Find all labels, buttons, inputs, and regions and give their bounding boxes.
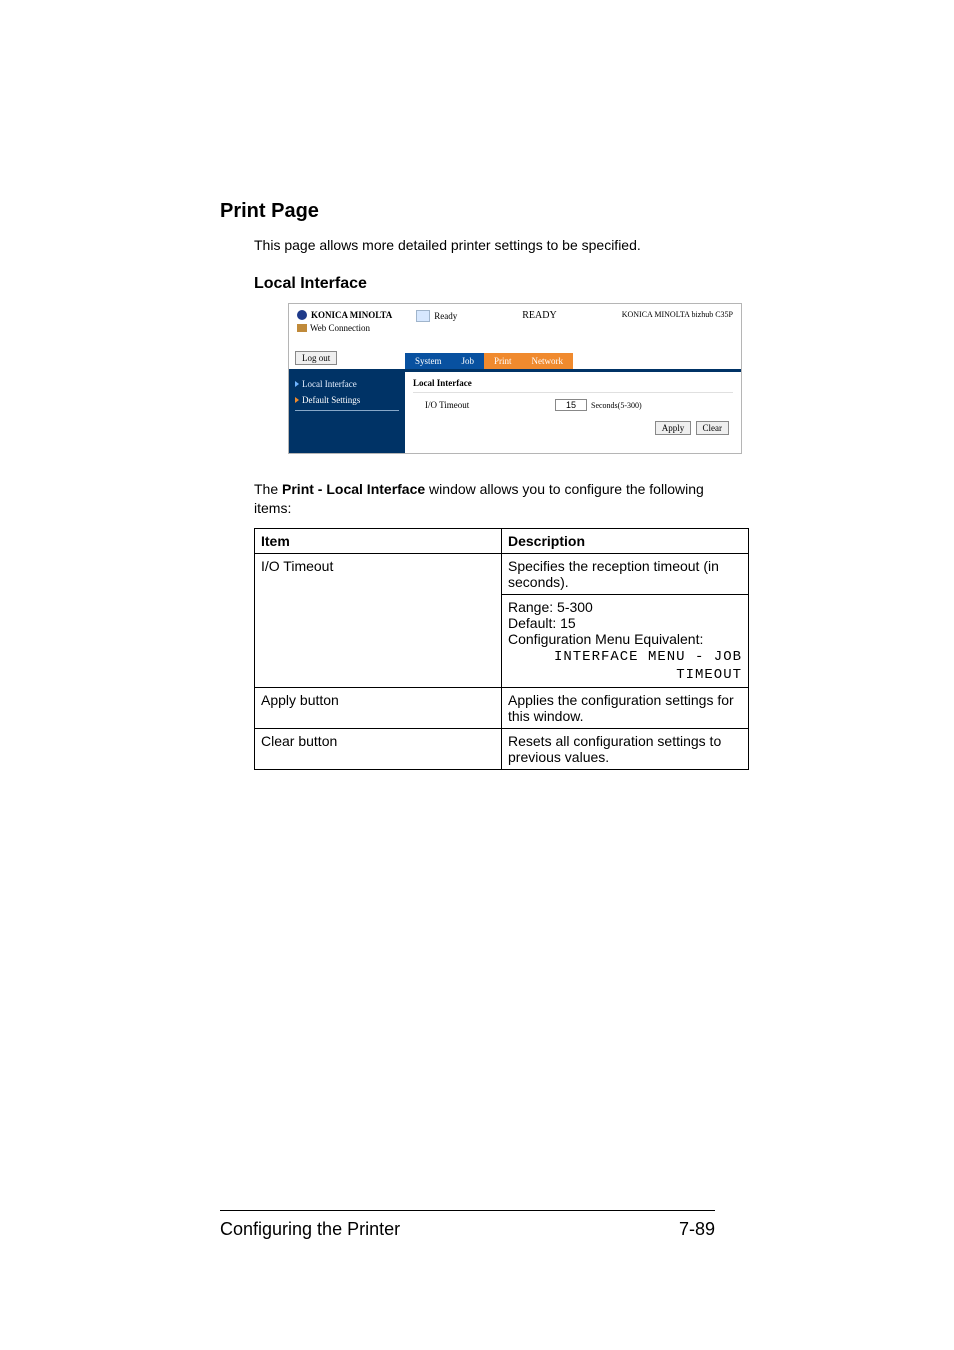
- cell-apply-item: Apply button: [255, 687, 502, 728]
- cell-apply-desc: Applies the configuration settings for t…: [502, 687, 749, 728]
- brand-sub: Web Connection: [310, 323, 370, 333]
- io-timeout-hint: Seconds(5-300): [591, 401, 642, 410]
- konica-globe-icon: [297, 310, 307, 320]
- page-footer: Configuring the Printer 7-89: [220, 1210, 715, 1240]
- header-item: Item: [255, 528, 502, 553]
- sidebar-default-settings-label: Default Settings: [302, 395, 360, 405]
- brand-name: KONICA MINOLTA: [311, 310, 392, 320]
- tab-network[interactable]: Network: [522, 353, 574, 369]
- header-description: Description: [502, 528, 749, 553]
- cfg-label: Configuration Menu Equivalent:: [508, 631, 703, 647]
- tab-system[interactable]: System: [405, 353, 452, 369]
- ready-text: READY: [457, 310, 621, 321]
- triangle-icon: [295, 381, 299, 387]
- subheading-local-interface: Local Interface: [254, 275, 734, 293]
- status-label: Ready: [434, 311, 457, 321]
- sidebar-item-default-settings[interactable]: Default Settings: [295, 392, 399, 408]
- config-paragraph: The Print - Local Interface window allow…: [254, 480, 734, 518]
- clear-button[interactable]: Clear: [696, 421, 730, 435]
- tab-job[interactable]: Job: [452, 353, 485, 369]
- section-title: Print Page: [220, 200, 734, 223]
- pagescope-icon: [297, 324, 307, 332]
- sidebar-item-local-interface[interactable]: Local Interface: [295, 376, 399, 392]
- cfg-value: INTERFACE MENU - JOB TIMEOUT: [554, 649, 742, 683]
- cell-io-timeout-item: I/O Timeout: [255, 553, 502, 687]
- cell-clear-desc: Resets all configuration settings to pre…: [502, 728, 749, 769]
- sidebar-local-interface-label: Local Interface: [302, 379, 357, 389]
- apply-button[interactable]: Apply: [655, 421, 692, 435]
- sidebar-divider: [295, 410, 399, 411]
- table-row: I/O Timeout Specifies the reception time…: [255, 553, 749, 594]
- tab-print[interactable]: Print: [484, 353, 522, 369]
- config-prefix: The: [254, 481, 282, 497]
- panel-title: Local Interface: [413, 378, 733, 393]
- default-text: Default: 15: [508, 615, 576, 631]
- logout-button[interactable]: Log out: [295, 351, 337, 365]
- table-row: Apply button Applies the configuration s…: [255, 687, 749, 728]
- web-connection-screenshot: KONICA MINOLTA Web Connection Ready READ…: [288, 303, 742, 454]
- intro-paragraph: This page allows more detailed printer s…: [254, 237, 734, 253]
- io-timeout-label: I/O Timeout: [425, 400, 555, 410]
- description-table: Item Description I/O Timeout Specifies t…: [254, 528, 749, 770]
- cell-clear-item: Clear button: [255, 728, 502, 769]
- cell-io-timeout-desc2: Range: 5-300 Default: 15 Configuration M…: [502, 594, 749, 687]
- range-text: Range: 5-300: [508, 599, 593, 615]
- footer-right: 7-89: [679, 1219, 715, 1240]
- cell-io-timeout-desc1: Specifies the reception timeout (in seco…: [502, 553, 749, 594]
- table-row: Clear button Resets all configuration se…: [255, 728, 749, 769]
- footer-left: Configuring the Printer: [220, 1219, 400, 1240]
- config-bold: Print - Local Interface: [282, 481, 425, 497]
- device-name: KONICA MINOLTA bizhub C35P: [622, 310, 733, 319]
- table-header-row: Item Description: [255, 528, 749, 553]
- printer-icon: [416, 310, 430, 322]
- triangle-icon: [295, 397, 299, 403]
- io-timeout-input[interactable]: [555, 399, 587, 411]
